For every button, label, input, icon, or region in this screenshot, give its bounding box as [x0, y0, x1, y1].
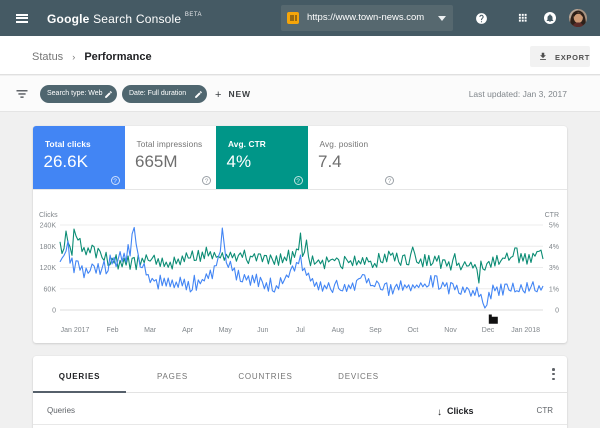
svg-text:Jan 2017: Jan 2017 [61, 327, 90, 334]
svg-text:5%: 5% [549, 223, 559, 230]
svg-text:Dec: Dec [482, 327, 495, 334]
svg-text:Oct: Oct [407, 327, 418, 334]
svg-text:0: 0 [52, 308, 56, 315]
svg-text:Clicks: Clicks [39, 212, 58, 219]
svg-text:60K: 60K [44, 286, 57, 293]
svg-text:Sep: Sep [369, 327, 382, 334]
svg-text:Jul: Jul [296, 327, 305, 334]
svg-text:Aug: Aug [332, 327, 345, 334]
svg-text:Jun: Jun [257, 327, 268, 334]
svg-text:Apr: Apr [182, 327, 194, 334]
svg-text:120K: 120K [40, 265, 57, 272]
svg-text:CTR: CTR [545, 212, 559, 219]
svg-text:Nov: Nov [444, 327, 457, 334]
svg-text:1%: 1% [549, 286, 559, 293]
svg-text:4%: 4% [549, 244, 559, 251]
svg-text:Feb: Feb [106, 327, 118, 334]
svg-text:240K: 240K [40, 223, 57, 230]
svg-text:180K: 180K [40, 244, 57, 251]
svg-text:3%: 3% [549, 265, 559, 272]
svg-text:Mar: Mar [144, 327, 157, 334]
svg-text:Jan 2018: Jan 2018 [511, 327, 540, 334]
svg-text:0: 0 [555, 308, 559, 315]
svg-text:May: May [219, 327, 233, 334]
